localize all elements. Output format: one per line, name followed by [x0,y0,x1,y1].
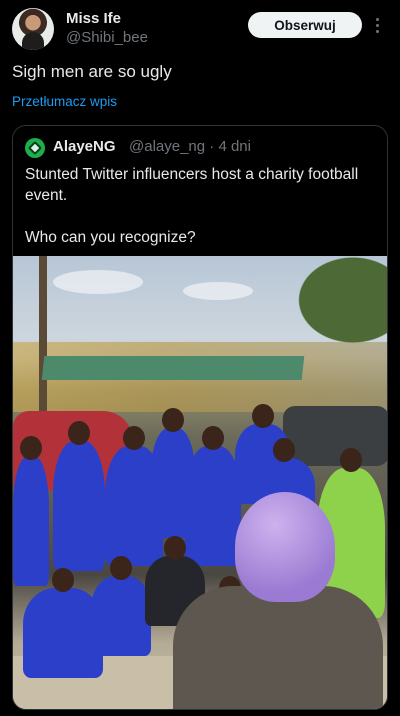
author-name[interactable]: Miss Ife [66,10,121,27]
photo-tree [269,256,387,366]
photo-player [53,421,105,571]
quoted-author-name[interactable]: AlayeNG [53,138,116,155]
photo-person-foreground [173,586,383,709]
alayeng-logo-icon[interactable] [25,138,45,158]
photo-pole [39,256,47,416]
follow-button[interactable]: Obserwuj [248,12,362,38]
quoted-post[interactable]: AlayeNG @alaye_ng · 4 dni Stunted Twitte… [12,125,388,710]
photo-dark-car [283,406,387,466]
photo-roof [41,356,305,380]
post-header: Miss Ife @Shibi_bee Obserwuj [0,0,400,56]
author-avatar[interactable] [12,8,54,50]
quoted-text: Stunted Twitter influencers host a chari… [25,166,359,246]
quoted-meta: @alaye_ng · 4 dni [129,138,251,155]
post-text: Sigh men are so ugly [12,62,172,81]
photo-player [13,436,49,586]
photo-player-crouching [91,556,151,656]
translate-post-link[interactable]: Przetłumacz wpis [12,94,117,109]
quoted-photo[interactable] [13,256,387,709]
photo-player [185,426,241,566]
photo-turban [235,492,335,602]
author-handle[interactable]: @Shibi_bee [66,29,148,46]
more-vertical-icon[interactable] [372,14,382,36]
